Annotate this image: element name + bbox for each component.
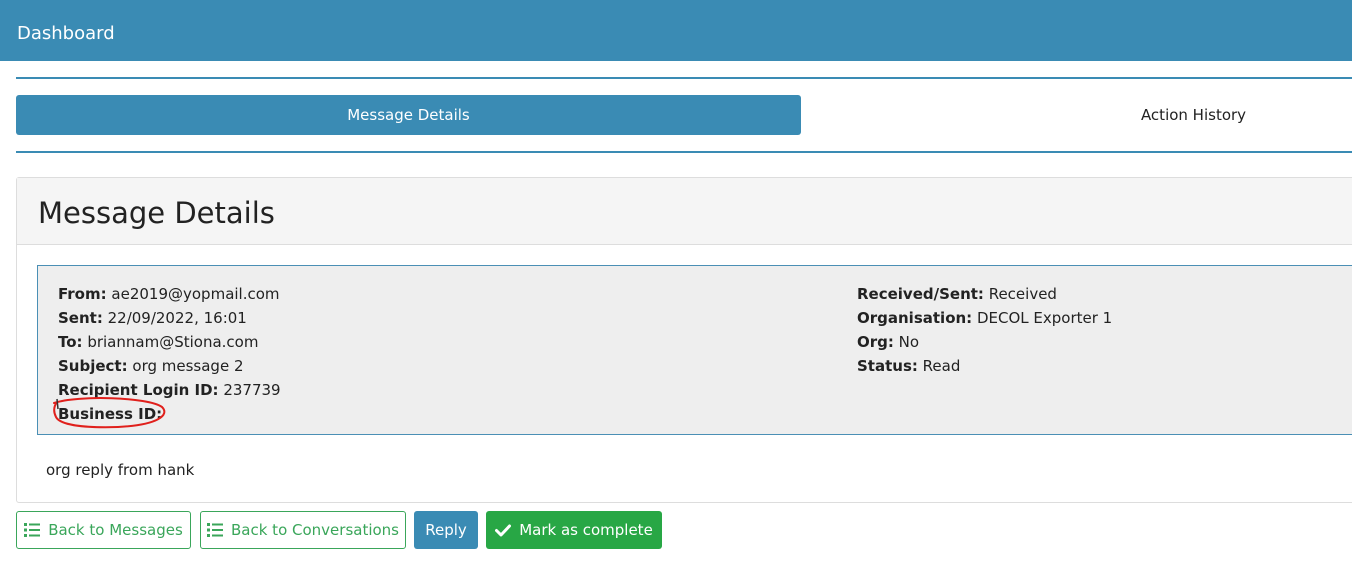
detail-value: briannam@Stiona.com: [87, 333, 259, 351]
message-body: org reply from hank: [46, 461, 195, 479]
list-icon: [24, 523, 41, 537]
detail-value: Read: [922, 357, 961, 375]
detail-value: 22/09/2022, 16:01: [107, 309, 247, 327]
button-label: Back to Conversations: [231, 521, 399, 539]
detail-label: Subject:: [58, 357, 128, 375]
back-to-conversations-button[interactable]: Back to Conversations: [200, 511, 406, 549]
detail-label: Business ID:: [58, 405, 163, 423]
back-to-messages-button[interactable]: Back to Messages: [16, 511, 191, 549]
detail-subject: Subject: org message 2: [58, 354, 281, 378]
detail-to: To: briannam@Stiona.com: [58, 330, 281, 354]
message-panel: Message Details From: ae2019@yopmail.com…: [16, 177, 1352, 503]
button-label: Back to Messages: [48, 521, 183, 539]
message-info-box: From: ae2019@yopmail.com Sent: 22/09/202…: [37, 265, 1352, 435]
detail-value: org message 2: [132, 357, 244, 375]
mark-as-complete-button[interactable]: Mark as complete: [486, 511, 662, 549]
detail-recipient-login-id: Recipient Login ID: 237739: [58, 378, 281, 402]
panel-header: Message Details: [17, 178, 1352, 245]
detail-org: Org: No: [857, 330, 1112, 354]
detail-value: Received: [988, 285, 1057, 303]
detail-value: 237739: [223, 381, 281, 399]
detail-label: Status:: [857, 357, 918, 375]
detail-label: Received/Sent:: [857, 285, 984, 303]
detail-label: Recipient Login ID:: [58, 381, 219, 399]
detail-sent: Sent: 22/09/2022, 16:01: [58, 306, 281, 330]
detail-organisation: Organisation: DECOL Exporter 1: [857, 306, 1112, 330]
tab-action-history[interactable]: Action History: [801, 95, 1352, 135]
page-title[interactable]: Dashboard: [17, 22, 115, 46]
panel-title: Message Details: [38, 196, 275, 230]
detail-label: Sent:: [58, 309, 103, 327]
list-icon: [207, 523, 223, 537]
details-right: Received/Sent: Received Organisation: DE…: [857, 282, 1112, 378]
detail-value: No: [898, 333, 920, 351]
divider: [16, 151, 1352, 153]
tab-message-details[interactable]: Message Details: [16, 95, 801, 135]
check-icon: [495, 524, 512, 536]
top-bar: Dashboard: [0, 0, 1352, 61]
detail-label: Org:: [857, 333, 894, 351]
detail-received-sent: Received/Sent: Received: [857, 282, 1112, 306]
detail-label: From:: [58, 285, 107, 303]
detail-value: DECOL Exporter 1: [976, 309, 1113, 327]
button-label: Mark as complete: [519, 521, 653, 539]
detail-business-id: Business ID:: [58, 402, 281, 426]
reply-button[interactable]: Reply: [414, 511, 478, 549]
detail-status: Status: Read: [857, 354, 1112, 378]
divider: [16, 77, 1352, 79]
details-left: From: ae2019@yopmail.com Sent: 22/09/202…: [58, 282, 281, 426]
detail-from: From: ae2019@yopmail.com: [58, 282, 281, 306]
detail-label: Organisation:: [857, 309, 973, 327]
detail-label: To:: [58, 333, 83, 351]
detail-value: ae2019@yopmail.com: [111, 285, 280, 303]
